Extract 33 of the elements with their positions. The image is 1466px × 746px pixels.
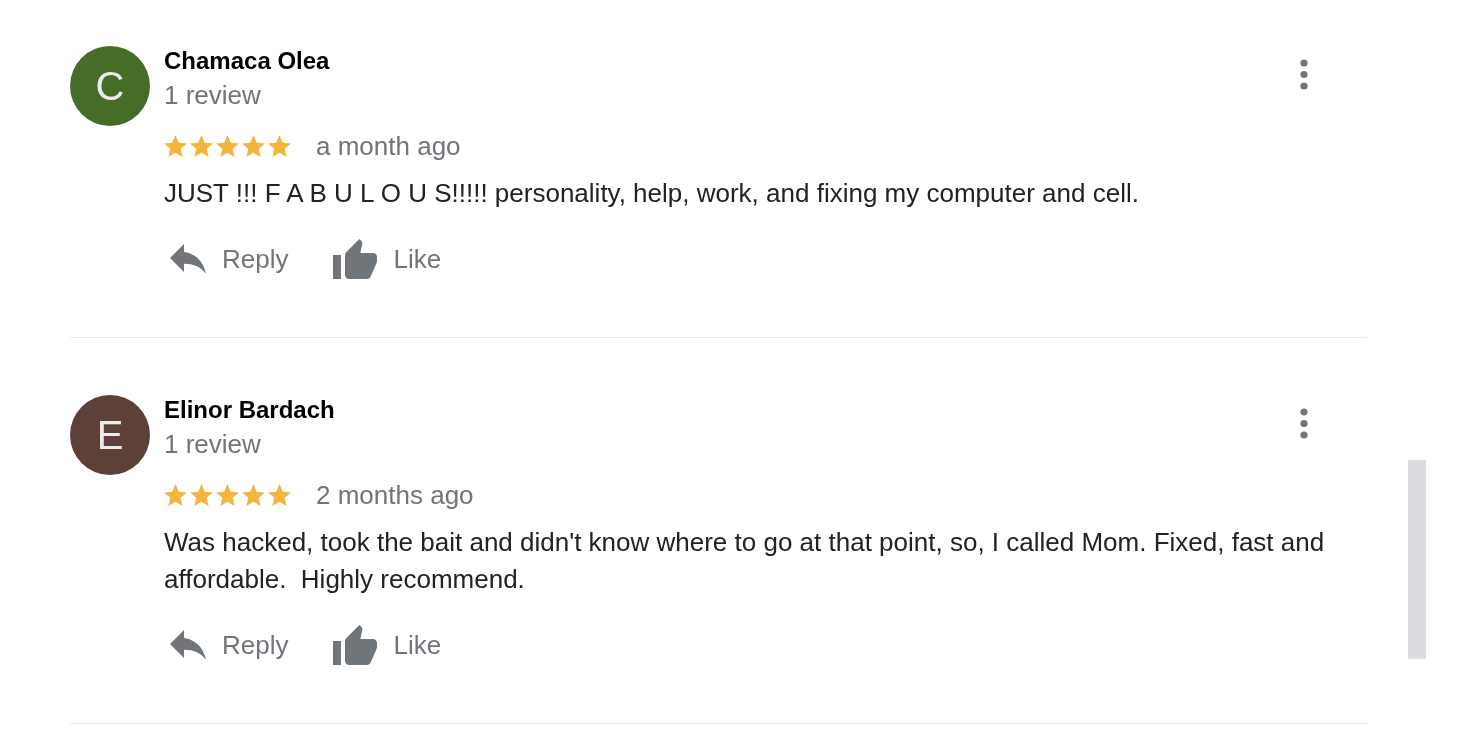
star-icon [268, 135, 291, 157]
thumbs-up-icon [333, 239, 378, 279]
star-icon [268, 484, 291, 506]
avatar: C [70, 46, 150, 126]
reply-arrow-icon [170, 244, 206, 274]
scrollbar-thumb[interactable] [1408, 460, 1426, 659]
review-text: Was hacked, took the bait and didn't know where to go at that point, so, I called Mom. Fixed, fast and affordable. Highly recommend. [164, 526, 1326, 596]
avatar: E [70, 395, 150, 475]
thumbs-up-icon [333, 625, 378, 665]
reviewer-name: Elinor Bardach [164, 395, 335, 425]
star-icon [216, 135, 239, 157]
star-icon [164, 135, 187, 157]
reply-button[interactable]: Reply [164, 235, 295, 283]
reply-button[interactable]: Reply [164, 621, 295, 669]
star-icon [216, 484, 239, 506]
like-button[interactable]: Like [327, 621, 448, 669]
review-count: 1 review [164, 428, 262, 461]
star-icon [242, 484, 265, 506]
more-options-button[interactable] [1300, 59, 1308, 90]
reviewer-name: Chamaca Olea [164, 46, 330, 76]
like-button[interactable]: Like [327, 235, 448, 283]
more-vertical-icon [1300, 59, 1308, 90]
review-text: JUST !!! F A B U L O U S!!!!! personality, help, work, and fixing my computer and cell. [164, 177, 1140, 210]
star-icon [242, 135, 265, 157]
review-time: 2 months ago [316, 479, 474, 512]
more-options-button[interactable] [1300, 408, 1308, 439]
reply-arrow-icon [170, 630, 206, 660]
star-icon [190, 135, 213, 157]
star-icon [190, 484, 213, 506]
more-vertical-icon [1300, 408, 1308, 439]
review-count: 1 review [164, 79, 262, 112]
review-time: a month ago [316, 130, 461, 163]
star-icon [164, 484, 187, 506]
